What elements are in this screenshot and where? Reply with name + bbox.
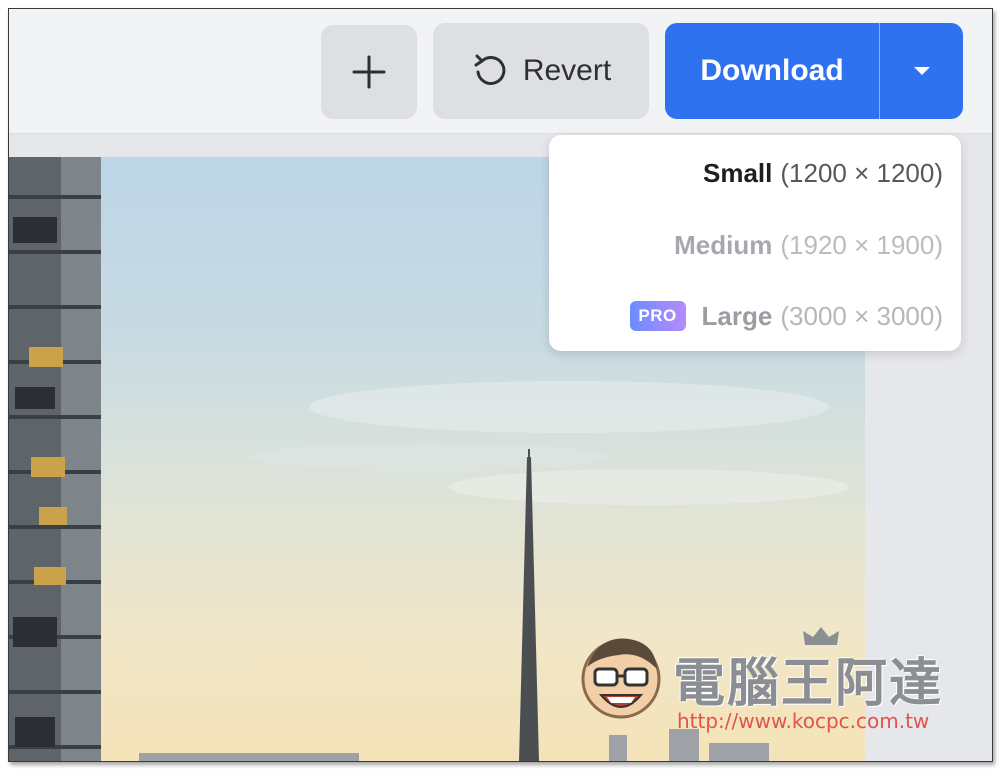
watermark-url: http://www.kocpc.com.tw	[677, 709, 930, 733]
caret-down-icon	[913, 67, 930, 75]
size-name: Small	[702, 157, 773, 188]
menu-item-medium[interactable]: Medium (1920 × 1900)	[674, 225, 943, 265]
mascot-logo	[581, 638, 661, 719]
plus-icon	[352, 55, 386, 89]
size-dimensions: (1920 × 1900)	[780, 229, 943, 260]
undo-icon	[474, 54, 506, 85]
download-button[interactable]: Download	[665, 23, 879, 119]
download-split-button: Download	[665, 23, 963, 119]
add-button[interactable]	[321, 25, 417, 119]
menu-item-small[interactable]: Small (1200 × 1200)	[703, 153, 943, 193]
download-options-toggle[interactable]	[880, 23, 963, 119]
site-watermark: 電腦王阿達 http://www.kocpc.com.tw	[569, 621, 989, 741]
pro-badge: PRO	[629, 301, 686, 331]
watermark-title: 電腦王阿達	[673, 654, 944, 714]
size-name: Medium	[674, 229, 773, 260]
size-dimensions: (3000 × 3000)	[780, 300, 943, 331]
menu-item-large[interactable]: PRO Large (3000 × 3000)	[629, 296, 943, 336]
revert-button[interactable]: Revert	[433, 23, 649, 119]
app-window: Revert Download Small (1200 × 1200) Medi…	[8, 8, 993, 762]
download-size-menu: Small (1200 × 1200) Medium (1920 × 1900)…	[549, 135, 961, 351]
toolbar: Revert Download	[9, 9, 992, 134]
revert-label: Revert	[522, 54, 612, 87]
size-name: Large	[701, 300, 773, 331]
size-dimensions: (1200 × 1200)	[780, 157, 943, 188]
